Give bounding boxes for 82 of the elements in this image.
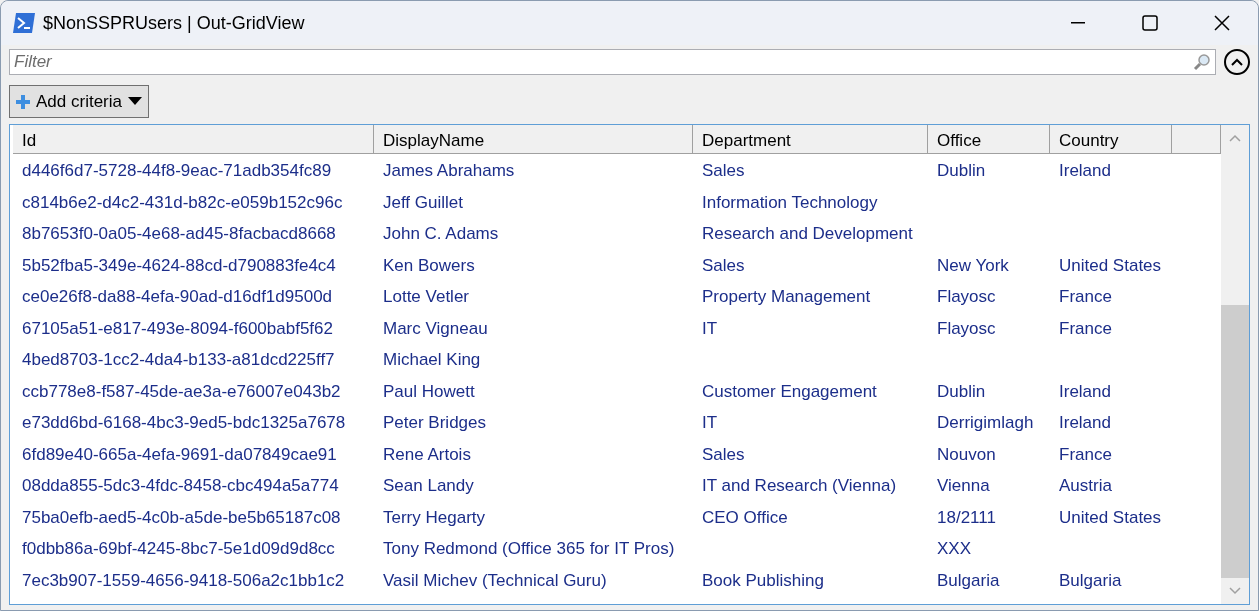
close-icon [1214,15,1230,31]
column-header [1172,125,1221,154]
table-cell-text: Sales [701,254,746,277]
table-cell-text: Nouvon [936,443,997,466]
table-cell-text: 75ba0efb-aed5-4c0b-a5de-be5b65187c08 [21,506,342,529]
table-cell-text: Austria [1058,475,1113,497]
collapse-button[interactable] [1224,49,1250,75]
table-cell-text: 67105a51-e817-493e-8094-f600babf5f62 [21,317,334,340]
table-cell-text: ccb778e8-f587-45de-ae3a-e76007e043b2 [21,380,342,403]
table-cell-text: France [1058,317,1113,340]
table-cell-text: Lotte Vetler [382,286,470,308]
table-cell-text: Flayosc [936,286,997,308]
table-cell-text: Customer Engagement [701,380,878,403]
table-cell-text: IT [701,412,719,434]
table-cell-text: Vienna [936,475,991,497]
table-cell-text: Vasil Michev (Technical Guru) [382,569,608,592]
table-cell-text: United States [1058,506,1163,529]
table-cell-text: 5b52fba5-349e-4624-88cd-d790883fe4c4 [21,254,337,277]
table-cell-text: e73dd6bd-6168-4bc3-9ed5-bdc1325a7678 [21,412,347,434]
table-cell-text: Jeff Guillet [382,191,464,214]
maximize-icon [1142,15,1158,31]
table-cell-text: c814b6e2-d4c2-431d-b82c-e059b152c96c [21,191,344,214]
table-cell-text: Bulgaria [936,569,1001,592]
table-cell-text: 18/2111 [936,506,997,529]
scroll-up-icon[interactable] [1228,133,1242,143]
table-cell-text: Book Publishing [701,569,825,592]
column-header[interactable]: Id [13,125,374,154]
table-cell-text: John C. Adams [382,223,500,245]
table-cell-text: Bulgaria [1058,569,1123,592]
table-cell-text: Derrigimlagh [936,412,1035,434]
table-cell-text: Terry Hegarty [382,506,487,529]
table-cell-text: Peter Bridges [382,412,487,434]
table-cell-text: IT [701,317,719,340]
terminal-icon [13,13,35,33]
table-cell-text: Dublin [936,160,987,182]
table-cell-text: Sean Landy [382,475,475,497]
table-cell-text: Ken Bowers [382,254,476,277]
table-cell-text: Marc Vigneau [382,317,489,340]
scroll-down-icon[interactable] [1228,586,1242,596]
table-cell-text: Property Management [701,286,872,308]
column-header[interactable]: DisplayName [374,125,693,154]
table-cell-text: CEO Office [701,506,789,529]
table-cell-text: Ireland [1058,380,1112,403]
table-cell-text: Sales [701,443,746,466]
table-cell-text: IT and Research (Vienna) [701,475,898,497]
table-cell-text: Tony Redmond (Office 365 for IT Pros) [382,538,676,560]
caret-icon [128,97,142,106]
table-cell-text: Rene Artois [382,443,472,466]
table-cell-text: Sales [701,160,746,182]
column-header[interactable]: Office [928,125,1050,154]
column-header[interactable]: Department [693,125,928,154]
table-cell-text: Ireland [1058,412,1112,434]
table-cell-text: France [1058,286,1113,308]
table-cell-text: James Abrahams [382,160,516,182]
table-cell-text: 08dda855-5dc3-4fdc-8458-cbc494a5a774 [21,475,340,497]
table-cell-text: d446f6d7-5728-44f8-9eac-71adb354fc89 [21,160,333,182]
minimize-icon [1071,22,1085,24]
table-cell-text: France [1058,443,1113,466]
table-cell-text: ce0e26f8-da88-4efa-90ad-d16df1d9500d [21,286,334,308]
table-cell-text: Information Technology [701,191,879,214]
add-criteria-button[interactable]: Add criteria [9,85,149,118]
window-title: $NonSSPRUsers | Out-GridView [43,11,305,35]
table-cell-text: 8b7653f0-0a05-4e68-ad45-8facbacd8668 [21,223,337,245]
table-cell-text: Dublin [936,380,987,403]
table-cell-text: Paul Howett [382,380,476,403]
search-icon [1193,53,1211,71]
table-cell-text: Research and Development [701,223,914,245]
table-cell-text: XXX [936,538,973,560]
table-cell-text: 6fd89e40-665a-4efa-9691-da07849cae91 [21,443,338,466]
vertical-scrollbar[interactable] [1221,125,1249,604]
table-cell-text: 7ec3b907-1559-4656-9418-506a2c1bb1c2 [21,569,346,592]
column-header[interactable]: Country [1050,125,1172,154]
chevron-up-icon [1231,58,1243,66]
table-cell-text: f0dbb86a-69bf-4245-8bc7-5e1d09d9d8cc [21,538,336,560]
table-cell-text: New York [936,254,1010,277]
filter-field[interactable]: Filter [9,49,1216,75]
table-cell-text: Flayosc [936,317,997,340]
table-cell-text: 4bed8703-1cc2-4da4-b133-a81dcd225ff7 [21,349,336,371]
table-cell-text: Ireland [1058,160,1112,182]
table-cell-text: Michael King [382,349,482,371]
plus-icon [16,94,30,109]
table-cell-text: United States [1058,254,1163,277]
